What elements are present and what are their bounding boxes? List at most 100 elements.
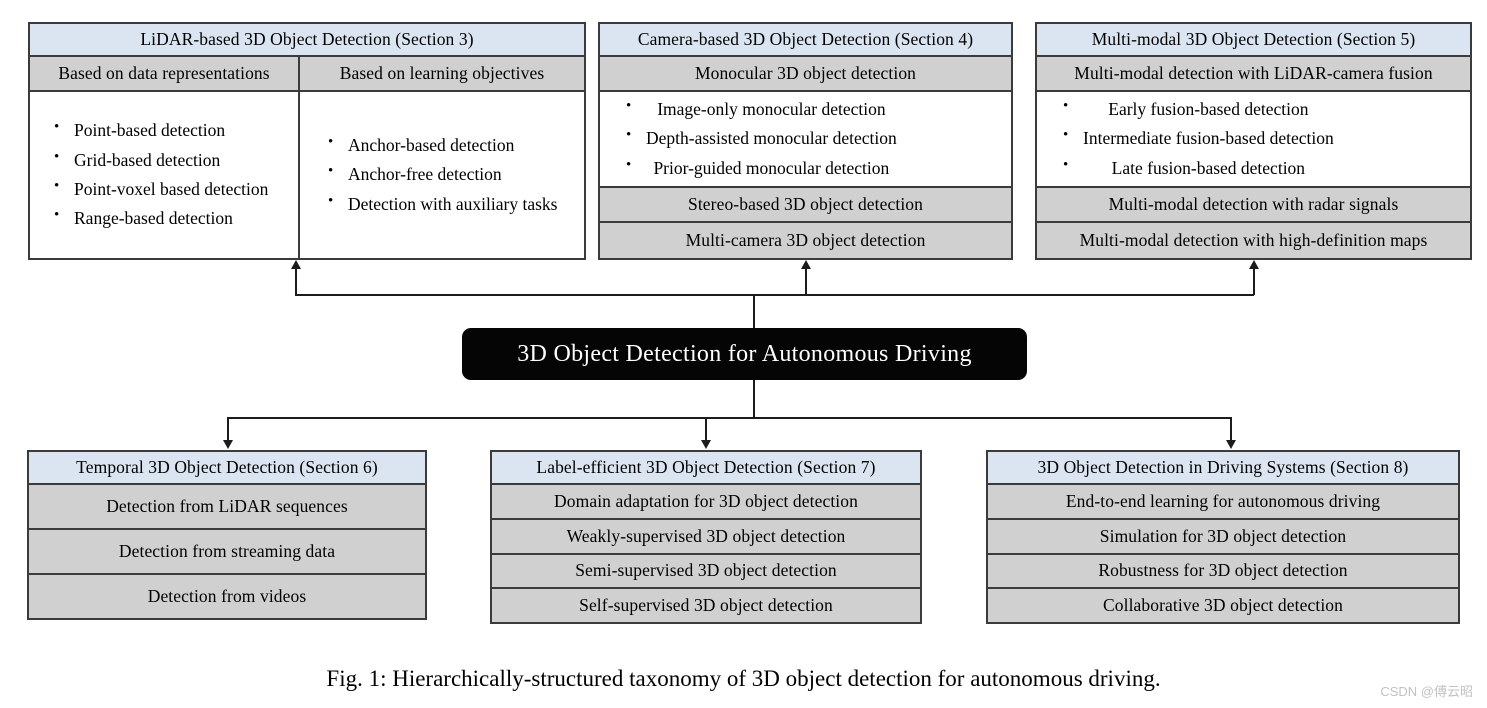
box-label-efficient-row-4-label: Self-supervised 3D object detection xyxy=(579,595,833,615)
connector-bottom-bus xyxy=(227,417,1231,419)
list-item: Point-voxel based detection xyxy=(52,176,268,202)
arrow-down-icon-temporal xyxy=(223,440,233,449)
connector-drop-label-efficient xyxy=(705,417,707,441)
box-multimodal-row-hdmaps: Multi-modal detection with high-definiti… xyxy=(1037,223,1470,258)
box-camera-row-multicamera-label: Multi-camera 3D object detection xyxy=(685,229,926,250)
bullet-list-learning-objectives: Anchor-based detection Anchor-free detec… xyxy=(326,129,557,221)
box-lidar-bullets-right: Anchor-based detection Anchor-free detec… xyxy=(298,92,584,258)
box-lidar-header-label: LiDAR-based 3D Object Detection (Section… xyxy=(140,28,474,49)
box-label-efficient-row-1: Domain adaptation for 3D object detectio… xyxy=(492,485,920,520)
bullet-list-lidar-camera-fusion: Early fusion-based detection Intermediat… xyxy=(1061,93,1334,185)
connector-riser-camera xyxy=(805,268,807,295)
box-multimodal-body: Early fusion-based detection Intermediat… xyxy=(1037,92,1470,188)
box-lidar-body: Point-based detection Grid-based detecti… xyxy=(30,92,584,258)
box-driving-systems-row-1-label: End-to-end learning for autonomous drivi… xyxy=(1065,490,1381,511)
box-temporal-row-3-label: Detection from videos xyxy=(147,585,307,606)
box-driving-systems-row-3: Robustness for 3D object detection xyxy=(988,554,1458,590)
box-lidar-based-detection: LiDAR-based 3D Object Detection (Section… xyxy=(28,22,586,260)
box-label-efficient-row-3: Semi-supervised 3D object detection xyxy=(492,554,920,590)
bullet-list-data-representations: Point-based detection Grid-based detecti… xyxy=(52,114,268,236)
box-camera-subheader: Monocular 3D object detection xyxy=(600,57,1011,92)
box-label-efficient-header-label: Label-efficient 3D Object Detection (Sec… xyxy=(536,456,876,477)
box-temporal-row-2-label: Detection from streaming data xyxy=(118,540,336,561)
root-node-label: 3D Object Detection for Autonomous Drivi… xyxy=(517,340,972,367)
box-label-efficient-header: Label-efficient 3D Object Detection (Sec… xyxy=(492,452,920,485)
box-lidar-subheader-right-label: Based on learning objectives xyxy=(339,63,545,83)
arrow-up-icon-multimodal xyxy=(1249,260,1259,269)
connector-riser-multimodal xyxy=(1253,268,1255,295)
box-temporal-header: Temporal 3D Object Detection (Section 6) xyxy=(29,452,425,485)
connector-drop-driving-systems xyxy=(1230,417,1232,441)
box-label-efficient-row-2-label: Weakly-supervised 3D object detection xyxy=(566,525,846,546)
box-temporal-row-1-label: Detection from LiDAR sequences xyxy=(106,495,348,516)
list-item: Point-based detection xyxy=(52,117,268,143)
box-camera-row-multicamera: Multi-camera 3D object detection xyxy=(600,223,1011,258)
arrow-down-icon-driving-systems xyxy=(1226,440,1236,449)
connector-riser-lidar xyxy=(295,268,297,295)
list-item: Prior-guided monocular detection xyxy=(624,155,897,181)
list-item: Detection with auxiliary tasks xyxy=(326,191,557,217)
box-multimodal-subheader-label: Multi-modal detection with LiDAR-camera … xyxy=(1074,62,1433,83)
figure-caption: Fig. 1: Hierarchically-structured taxono… xyxy=(326,666,1161,691)
box-lidar-subheader-left-label: Based on data representations xyxy=(58,63,270,83)
box-camera-row-stereo-label: Stereo-based 3D object detection xyxy=(688,193,923,214)
connector-root-down-stem xyxy=(753,380,755,418)
list-item: Late fusion-based detection xyxy=(1061,155,1334,181)
root-node-3d-object-detection: 3D Object Detection for Autonomous Drivi… xyxy=(462,328,1027,380)
arrow-up-icon-lidar xyxy=(291,260,301,269)
box-multimodal-subheader: Multi-modal detection with LiDAR-camera … xyxy=(1037,57,1470,92)
box-label-efficient-row-2: Weakly-supervised 3D object detection xyxy=(492,519,920,555)
connector-root-up-stem xyxy=(753,294,755,328)
list-item: Intermediate fusion-based detection xyxy=(1061,125,1334,151)
box-driving-systems-row-2: Simulation for 3D object detection xyxy=(988,519,1458,555)
box-camera-body: Image-only monocular detection Depth-ass… xyxy=(600,92,1011,188)
arrow-down-icon-label-efficient xyxy=(701,440,711,449)
list-item: Range-based detection xyxy=(52,205,268,231)
box-driving-systems-row-3-label: Robustness for 3D object detection xyxy=(1098,560,1348,581)
box-driving-systems-row-4: Collaborative 3D object detection xyxy=(988,589,1458,622)
box-driving-systems-header-label: 3D Object Detection in Driving Systems (… xyxy=(1037,456,1409,477)
box-multimodal-detection: Multi-modal 3D Object Detection (Section… xyxy=(1035,22,1472,260)
csdn-watermark: CSDN @傅云昭 xyxy=(1380,684,1473,699)
box-label-efficient-row-3-label: Semi-supervised 3D object detection xyxy=(575,560,837,581)
box-label-efficient-row-1-label: Domain adaptation for 3D object detectio… xyxy=(554,490,858,511)
box-lidar-bullets-left: Point-based detection Grid-based detecti… xyxy=(30,92,298,258)
list-item: Anchor-free detection xyxy=(326,161,557,187)
box-camera-based-detection: Camera-based 3D Object Detection (Sectio… xyxy=(598,22,1013,260)
box-driving-systems-row-4-label: Collaborative 3D object detection xyxy=(1103,595,1343,615)
box-multimodal-row-radar: Multi-modal detection with radar signals xyxy=(1037,188,1470,223)
box-lidar-subheaders: Based on data representations Based on l… xyxy=(30,57,584,92)
box-driving-systems-row-2-label: Simulation for 3D object detection xyxy=(1099,525,1347,546)
list-item: Early fusion-based detection xyxy=(1061,96,1334,122)
box-driving-systems-detection: 3D Object Detection in Driving Systems (… xyxy=(986,450,1460,624)
box-camera-subheader-label: Monocular 3D object detection xyxy=(694,62,917,83)
arrow-up-icon-camera xyxy=(801,260,811,269)
box-driving-systems-header: 3D Object Detection in Driving Systems (… xyxy=(988,452,1458,485)
connector-drop-temporal xyxy=(227,417,229,441)
box-temporal-header-label: Temporal 3D Object Detection (Section 6) xyxy=(76,456,378,477)
box-multimodal-row-hdmaps-label: Multi-modal detection with high-definiti… xyxy=(1079,229,1428,250)
box-camera-header-label: Camera-based 3D Object Detection (Sectio… xyxy=(637,28,974,49)
taxonomy-diagram: LiDAR-based 3D Object Detection (Section… xyxy=(0,0,1487,708)
box-temporal-detection: Temporal 3D Object Detection (Section 6)… xyxy=(27,450,427,620)
box-multimodal-header: Multi-modal 3D Object Detection (Section… xyxy=(1037,24,1470,57)
list-item: Grid-based detection xyxy=(52,147,268,173)
box-camera-header: Camera-based 3D Object Detection (Sectio… xyxy=(600,24,1011,57)
box-lidar-subheader-right: Based on learning objectives xyxy=(298,57,584,90)
list-item: Depth-assisted monocular detection xyxy=(624,125,897,151)
list-item: Image-only monocular detection xyxy=(624,96,897,122)
box-temporal-row-1: Detection from LiDAR sequences xyxy=(29,485,425,530)
box-multimodal-row-radar-label: Multi-modal detection with radar signals xyxy=(1108,193,1399,214)
box-driving-systems-row-1: End-to-end learning for autonomous drivi… xyxy=(988,485,1458,520)
box-camera-row-stereo: Stereo-based 3D object detection xyxy=(600,188,1011,223)
connector-top-bus xyxy=(295,294,1254,296)
bullet-list-monocular: Image-only monocular detection Depth-ass… xyxy=(624,93,897,185)
list-item: Anchor-based detection xyxy=(326,132,557,158)
box-multimodal-header-label: Multi-modal 3D Object Detection (Section… xyxy=(1091,28,1416,49)
box-label-efficient-detection: Label-efficient 3D Object Detection (Sec… xyxy=(490,450,922,624)
box-temporal-row-2: Detection from streaming data xyxy=(29,530,425,575)
box-lidar-header: LiDAR-based 3D Object Detection (Section… xyxy=(30,24,584,57)
box-label-efficient-row-4: Self-supervised 3D object detection xyxy=(492,589,920,622)
box-lidar-subheader-left: Based on data representations xyxy=(30,57,298,90)
box-temporal-row-3: Detection from videos xyxy=(29,575,425,618)
